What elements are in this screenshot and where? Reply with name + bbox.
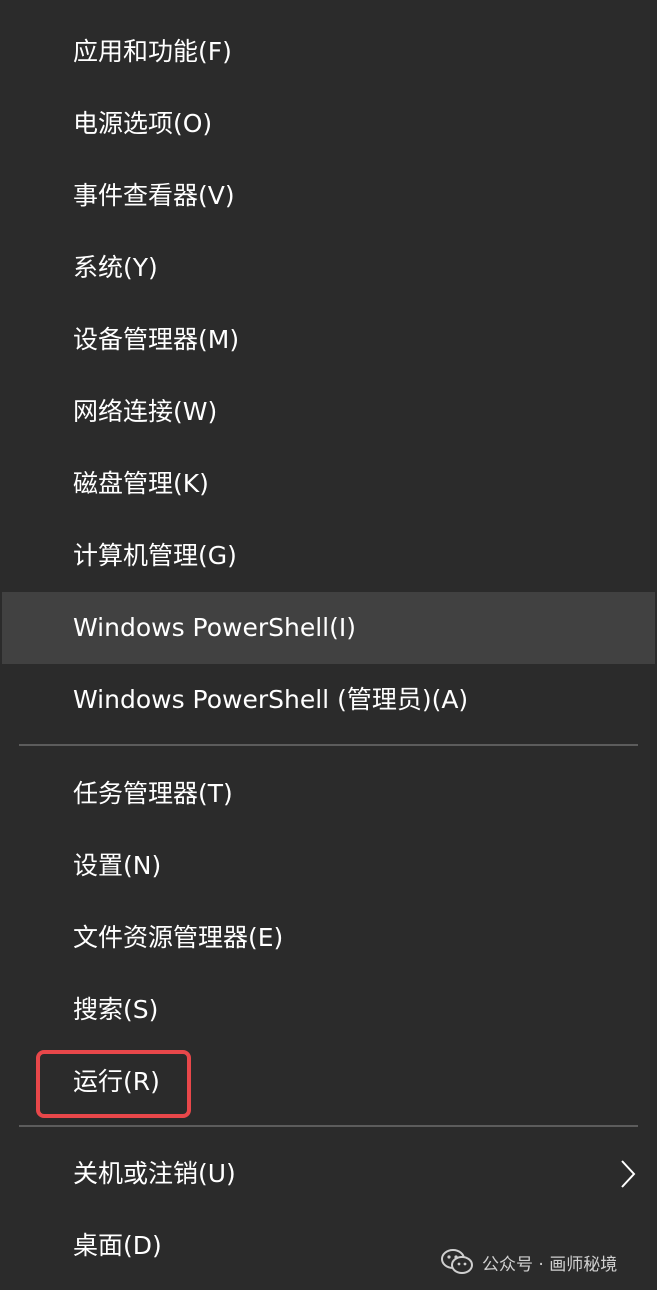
menu-item-settings[interactable]: 设置(N) bbox=[0, 830, 657, 902]
menu-item-label: 网络连接(W) bbox=[73, 397, 218, 426]
menu-item-label: 运行(R) bbox=[73, 1067, 160, 1096]
menu-item-label: 电源选项(O) bbox=[73, 109, 213, 138]
menu-item-label: 任务管理器(T) bbox=[73, 779, 233, 808]
watermark-text: 公众号 · 画师秘境 bbox=[482, 1254, 618, 1275]
menu-item-power-options[interactable]: 电源选项(O) bbox=[0, 88, 657, 160]
menu-item-label: 事件查看器(V) bbox=[73, 181, 235, 210]
menu-item-label: 应用和功能(F) bbox=[73, 37, 232, 66]
menu-item-label: Windows PowerShell(I) bbox=[73, 613, 356, 642]
menu-item-powershell[interactable]: Windows PowerShell(I) bbox=[2, 592, 655, 664]
winx-context-menu: 应用和功能(F) 电源选项(O) 事件查看器(V) 系统(Y) 设备管理器(M)… bbox=[0, 0, 657, 1290]
menu-item-label: 设备管理器(M) bbox=[73, 325, 240, 354]
menu-item-label: 设置(N) bbox=[73, 851, 162, 880]
menu-item-search[interactable]: 搜索(S) bbox=[0, 974, 657, 1046]
menu-item-system[interactable]: 系统(Y) bbox=[0, 232, 657, 304]
menu-item-device-manager[interactable]: 设备管理器(M) bbox=[0, 304, 657, 376]
menu-item-computer-management[interactable]: 计算机管理(G) bbox=[0, 520, 657, 592]
menu-separator bbox=[19, 744, 638, 746]
menu-item-label: 文件资源管理器(E) bbox=[73, 923, 284, 952]
wechat-icon bbox=[441, 1249, 473, 1274]
menu-separator bbox=[19, 1125, 638, 1127]
menu-item-disk-management[interactable]: 磁盘管理(K) bbox=[0, 448, 657, 520]
menu-item-shutdown-or-signout[interactable]: 关机或注销(U) bbox=[0, 1138, 657, 1210]
menu-item-event-viewer[interactable]: 事件查看器(V) bbox=[0, 160, 657, 232]
menu-item-label: Windows PowerShell (管理员)(A) bbox=[73, 685, 469, 714]
menu-item-label: 磁盘管理(K) bbox=[73, 469, 209, 498]
watermark: 公众号 · 画师秘境 bbox=[440, 1240, 617, 1284]
chevron-right-icon bbox=[621, 1160, 636, 1188]
menu-item-powershell-admin[interactable]: Windows PowerShell (管理员)(A) bbox=[0, 664, 657, 736]
menu-item-task-manager[interactable]: 任务管理器(T) bbox=[0, 758, 657, 830]
menu-item-network-connections[interactable]: 网络连接(W) bbox=[0, 376, 657, 448]
menu-item-label: 计算机管理(G) bbox=[73, 541, 237, 570]
menu-item-run[interactable]: 运行(R) bbox=[0, 1046, 657, 1118]
menu-item-file-explorer[interactable]: 文件资源管理器(E) bbox=[0, 902, 657, 974]
menu-item-label: 桌面(D) bbox=[73, 1231, 162, 1260]
menu-item-label: 系统(Y) bbox=[73, 253, 158, 282]
menu-item-label: 关机或注销(U) bbox=[73, 1159, 236, 1188]
menu-item-label: 搜索(S) bbox=[73, 995, 159, 1024]
menu-item-apps-and-features[interactable]: 应用和功能(F) bbox=[0, 16, 657, 88]
